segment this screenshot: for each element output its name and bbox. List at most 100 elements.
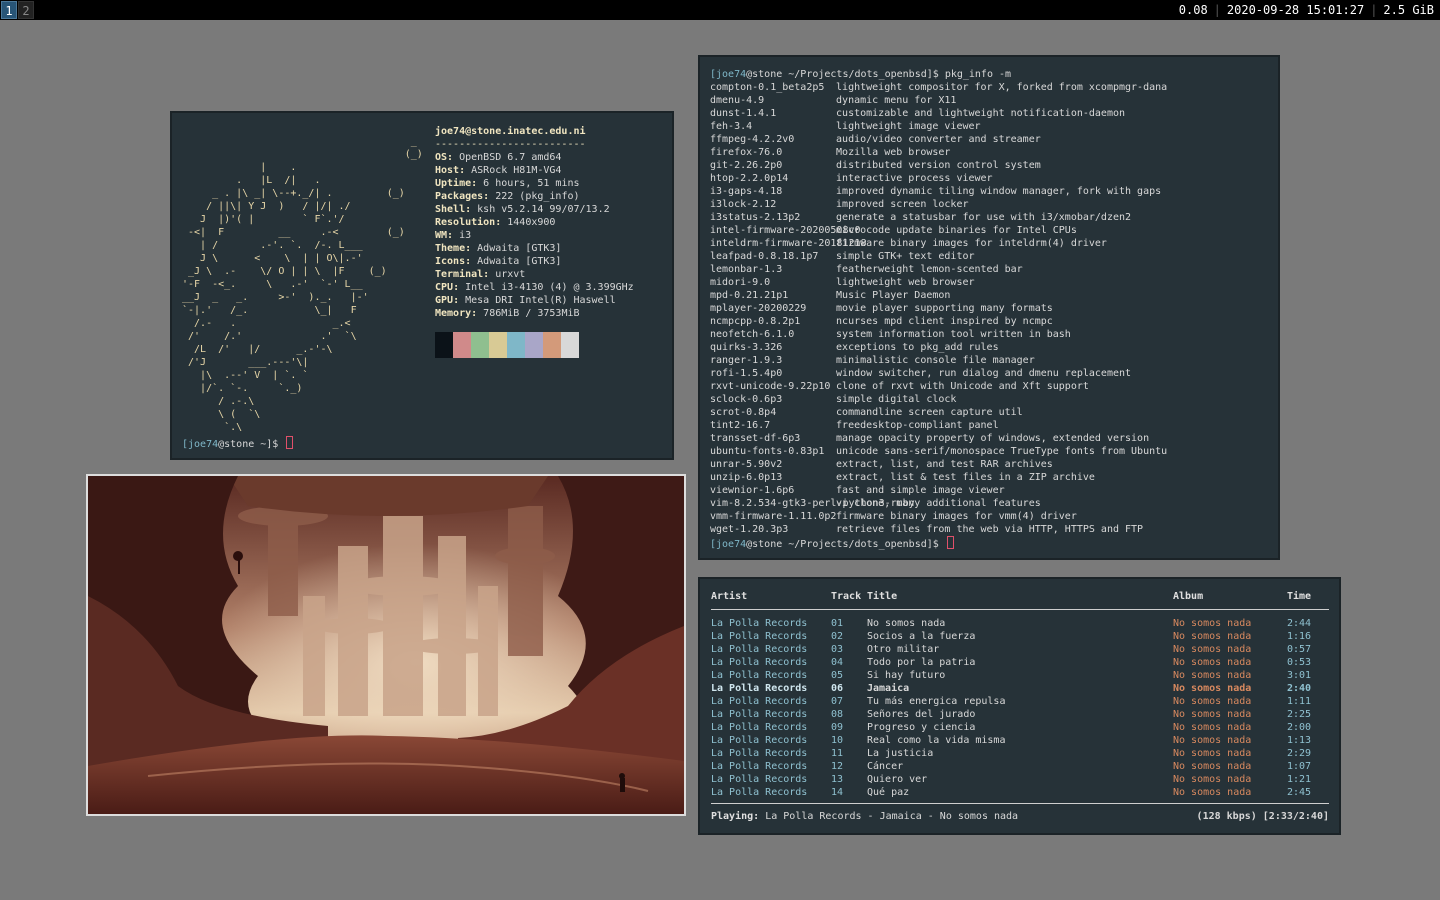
package-row: vim-8.2.534-gtk3-perl-python3-ruby vi cl… xyxy=(710,497,1268,510)
package-row: unrar-5.90v2 extract, list, and test RAR… xyxy=(710,458,1268,471)
prompt-path: @stone ~/Projects/dots_openbsd]$ xyxy=(746,539,945,550)
info-key: OS xyxy=(435,152,448,163)
track-title: Progreso y ciencia xyxy=(867,722,976,733)
info-row: Packages: 222 (pkg_info) xyxy=(435,190,634,203)
package-name: leafpad-0.8.18.1p7 xyxy=(710,251,819,262)
info-key: Packages xyxy=(435,191,484,202)
playlist-row[interactable]: La Polla Records 10 Real como la vida mism… xyxy=(711,734,1329,747)
playlist-row[interactable]: La Polla Records 12 Cáncer No somos nada 1:0… xyxy=(711,760,1329,773)
info-value: 6 hours, 51 mins xyxy=(483,178,580,189)
package-row: mpd-0.21.21p1 Music Player Daemon xyxy=(710,289,1268,302)
playlist-row[interactable]: La Polla Records 04 Todo por la patria No s… xyxy=(711,656,1329,669)
info-row: OS: OpenBSD 6.7 amd64 xyxy=(435,151,634,164)
package-name: sclock-0.6p3 xyxy=(710,394,783,405)
info-value: 786MiB / 3753MiB xyxy=(483,308,580,319)
track-artist: La Polla Records xyxy=(711,787,808,798)
package-description: dynamic menu for X11 xyxy=(836,95,957,106)
playlist-row[interactable]: La Polla Records 09 Progreso y ciencia No s… xyxy=(711,721,1329,734)
color-swatch xyxy=(471,332,489,358)
package-name: lemonbar-1.3 xyxy=(710,264,783,275)
info-colon: : xyxy=(453,282,466,293)
info-value: 222 (pkg_info) xyxy=(495,191,580,202)
workspace-1-button[interactable]: 1 xyxy=(1,1,17,19)
column-track[interactable]: Track xyxy=(831,590,861,603)
playlist-row[interactable]: La Polla Records 07 Tu más energica repuls… xyxy=(711,695,1329,708)
playlist-row[interactable]: La Polla Records 13 Quiero ver No somos nad… xyxy=(711,773,1329,786)
package-description: simple digital clock xyxy=(836,394,957,405)
package-name: quirks-3.326 xyxy=(710,342,783,353)
info-value: OpenBSD 6.7 amd64 xyxy=(459,152,562,163)
track-title: Señores del jurado xyxy=(867,709,976,720)
info-key: Shell xyxy=(435,204,466,215)
shell-prompt[interactable]: [joe74@stone ~]$ xyxy=(182,436,294,451)
track-number: 08 xyxy=(831,709,844,720)
package-row: intel-firmware-20200508v0 microcode upda… xyxy=(710,224,1268,237)
column-album[interactable]: Album xyxy=(1173,590,1203,603)
info-key: Theme xyxy=(435,243,466,254)
track-album: No somos nada xyxy=(1173,748,1252,759)
playlist-row[interactable]: La Polla Records 11 La justicia No somos na… xyxy=(711,747,1329,760)
wallpaper-image-window[interactable] xyxy=(86,474,686,816)
prompt-user: [joe74 xyxy=(710,69,747,80)
info-key: Resolution xyxy=(435,217,496,228)
info-row: Resolution: 1440x900 xyxy=(435,216,634,229)
package-name: dmenu-4.9 xyxy=(710,95,765,106)
column-time[interactable]: Time xyxy=(1287,590,1311,603)
playlist-row[interactable]: La Polla Records 05 Si hay futuro No somos … xyxy=(711,669,1329,682)
info-row: GPU: Mesa DRI Intel(R) Haswell xyxy=(435,294,634,307)
playlist-row[interactable]: La Polla Records 14 Qué paz No somos nada 2:… xyxy=(711,786,1329,799)
track-time: 1:07 xyxy=(1287,761,1312,772)
clock: 2020-09-28 15:01:27 xyxy=(1226,3,1365,17)
playlist-row[interactable]: La Polla Records 01 No somos nada No somos … xyxy=(711,617,1329,630)
pkg-info-terminal-window[interactable]: [joe74@stone ~/Projects/dots_openbsd]$ p… xyxy=(698,55,1280,560)
text-cursor xyxy=(286,436,294,449)
package-description: simple GTK+ text editor xyxy=(836,251,975,262)
package-name: rxvt-unicode-9.22p10 xyxy=(710,381,831,392)
package-row: inteldrm-firmware-20181218 firmware bina… xyxy=(710,237,1268,250)
package-name: ubuntu-fonts-0.83p1 xyxy=(710,446,825,457)
package-description: unicode sans-serif/monospace TrueType fo… xyxy=(836,446,1168,457)
track-album: No somos nada xyxy=(1173,644,1252,655)
info-row: Shell: ksh v5.2.14 99/07/13.2 xyxy=(435,203,634,216)
command-line: [joe74@stone ~/Projects/dots_openbsd]$ p… xyxy=(710,68,1268,81)
shell-prompt[interactable]: [joe74@stone ~/Projects/dots_openbsd]$ xyxy=(710,536,1268,550)
package-description: Mozilla web browser xyxy=(836,147,951,158)
package-name: vim-8.2.534-gtk3-perl-python3-ruby xyxy=(710,498,915,509)
info-colon: : xyxy=(471,178,484,189)
package-description: commandline screen capture util xyxy=(836,407,1023,418)
playlist-row[interactable]: La Polla Records 08 Señores del jurado No s… xyxy=(711,708,1329,721)
ncmpcpp-music-player-window[interactable]: Artist Track Title Album Time La Polla R… xyxy=(698,577,1341,835)
track-number: 11 xyxy=(831,748,844,759)
neofetch-terminal-window[interactable]: _ (_) | . . |L /| . _ . |\ _| \--+._/| .… xyxy=(170,111,674,460)
package-name: scrot-0.8p4 xyxy=(710,407,777,418)
package-name: firefox-76.0 xyxy=(710,147,783,158)
workspace-2-button[interactable]: 2 xyxy=(18,1,34,19)
track-album: No somos nada xyxy=(1173,670,1252,681)
system-info: joe74@stone.inatec.edu.ni --------------… xyxy=(435,125,634,320)
track-artist: La Polla Records xyxy=(711,618,808,629)
package-description: interactive process viewer xyxy=(836,173,993,184)
track-time: 1:11 xyxy=(1287,696,1312,707)
track-time: 2:45 xyxy=(1287,787,1312,798)
track-album: No somos nada xyxy=(1173,683,1252,694)
track-time: 1:16 xyxy=(1287,631,1312,642)
info-colon: : xyxy=(483,269,496,280)
track-artist: La Polla Records xyxy=(711,709,808,720)
package-list: compton-0.1_beta2p5 lightweight composit… xyxy=(710,81,1268,536)
column-artist[interactable]: Artist xyxy=(711,590,747,603)
info-colon: : xyxy=(453,295,466,306)
color-palette xyxy=(435,332,579,358)
package-description: audio/video converter and streamer xyxy=(836,134,1041,145)
text-cursor xyxy=(946,536,954,549)
column-title[interactable]: Title xyxy=(867,590,897,603)
package-row: dmenu-4.9 dynamic menu for X11 xyxy=(710,94,1268,107)
playlist-row-playing[interactable]: La Polla Records 06 Jamaica No somos nada 2:… xyxy=(711,682,1329,695)
info-row: Host: ASRock H81M-VG4 xyxy=(435,164,634,177)
track-artist: La Polla Records xyxy=(711,631,808,642)
playlist-row[interactable]: La Polla Records 02 Socios a la fuerza No s… xyxy=(711,630,1329,643)
package-row: dunst-1.4.1 customizable and lightweight… xyxy=(710,107,1268,120)
track-artist: La Polla Records xyxy=(711,748,808,759)
header-divider xyxy=(711,609,1329,610)
package-name: intel-firmware-20200508v0 xyxy=(710,225,861,236)
playlist-row[interactable]: La Polla Records 03 Otro militar No somos n… xyxy=(711,643,1329,656)
